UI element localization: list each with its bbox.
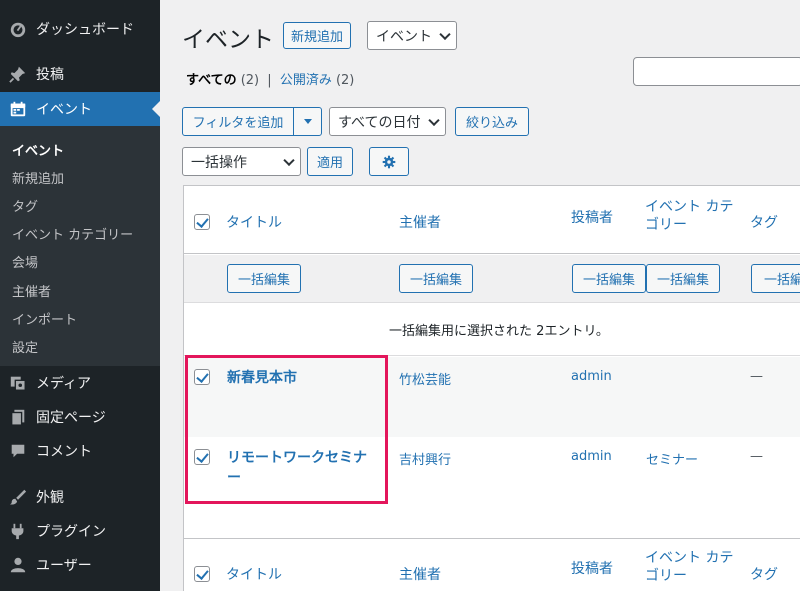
filter-button[interactable]: 絞り込み bbox=[455, 107, 529, 136]
status-views: すべての (2) | 公開済み (2) bbox=[186, 69, 354, 88]
table-footer: タイトル 主催者 投稿者 イベント カテ ゴリー タグ bbox=[184, 540, 800, 591]
menu-pages[interactable]: 固定ページ bbox=[0, 400, 160, 434]
apply-button[interactable]: 適用 bbox=[307, 147, 353, 176]
column-tags-footer[interactable]: タグ bbox=[750, 564, 778, 584]
submenu-import[interactable]: インポート bbox=[12, 309, 77, 328]
menu-posts-label: 投稿 bbox=[36, 67, 64, 83]
column-tags[interactable]: タグ bbox=[750, 212, 778, 232]
table-header: タイトル 主催者 投稿者 イベント カテ ゴリー タグ bbox=[184, 186, 800, 254]
submenu-organizers[interactable]: 主催者 bbox=[12, 281, 51, 300]
column-title-footer[interactable]: タイトル bbox=[226, 564, 282, 584]
main-content: イベント 新規追加 イベント すべての (2) | 公開済み (2) フィルタを… bbox=[160, 0, 800, 591]
submenu-events[interactable]: イベント bbox=[12, 140, 64, 159]
menu-appearance[interactable]: 外観 bbox=[0, 480, 160, 514]
column-category-footer-line1[interactable]: イベント カテ bbox=[645, 547, 733, 567]
comment-icon bbox=[0, 442, 36, 460]
menu-users[interactable]: ユーザー bbox=[0, 548, 160, 582]
view-published-count: (2) bbox=[335, 73, 355, 88]
menu-media-label: メディア bbox=[36, 376, 92, 392]
row-author[interactable]: admin bbox=[571, 449, 612, 464]
post-type-select[interactable]: イベント bbox=[367, 21, 457, 50]
menu-comments[interactable]: コメント bbox=[0, 434, 160, 468]
date-filter-select[interactable]: すべての日付 bbox=[329, 107, 446, 136]
search-input[interactable] bbox=[633, 57, 800, 86]
chevron-down-icon bbox=[439, 28, 451, 40]
add-filter-dropdown[interactable] bbox=[293, 107, 322, 136]
row-organizer[interactable]: 吉村興行 bbox=[399, 449, 451, 468]
view-separator: | bbox=[267, 73, 272, 88]
select-all-checkbox-footer[interactable] bbox=[194, 566, 210, 582]
bulk-edit-title-button[interactable]: 一括編集 bbox=[227, 264, 301, 293]
menu-users-label: ユーザー bbox=[36, 558, 92, 574]
paintbrush-icon bbox=[0, 488, 36, 506]
menu-dashboard-label: ダッシュボード bbox=[36, 22, 134, 38]
menu-media[interactable]: メディア bbox=[0, 366, 160, 400]
bulk-edit-row: 一括編集 一括編集 一括編集 一括編集 一括編 bbox=[184, 255, 800, 303]
menu-posts[interactable]: 投稿 bbox=[0, 57, 160, 91]
page-title: イベント bbox=[182, 27, 274, 53]
dashboard-icon bbox=[0, 20, 36, 38]
column-title[interactable]: タイトル bbox=[226, 212, 282, 232]
pin-icon bbox=[0, 65, 36, 83]
selection-notice: 一括編集用に選択された 2エントリ。 bbox=[389, 324, 609, 339]
submenu-add-new[interactable]: 新規追加 bbox=[12, 168, 64, 187]
row-category[interactable]: セミナー bbox=[646, 449, 698, 468]
submenu-settings[interactable]: 設定 bbox=[12, 337, 38, 356]
menu-appearance-label: 外観 bbox=[36, 490, 64, 506]
gear-icon bbox=[382, 155, 396, 168]
row-author[interactable]: admin bbox=[571, 369, 612, 384]
admin-sidebar: ダッシュボード 投稿 イベント イベント 新規追加 タグ イベント カテゴリー … bbox=[0, 0, 160, 591]
column-organizer-footer[interactable]: 主催者 bbox=[399, 564, 441, 584]
column-organizer[interactable]: 主催者 bbox=[399, 212, 441, 232]
plugin-icon bbox=[0, 522, 36, 540]
date-filter-value: すべての日付 bbox=[338, 114, 421, 131]
pages-icon bbox=[0, 408, 36, 426]
column-category-footer-line2[interactable]: ゴリー bbox=[645, 565, 687, 585]
bulk-action-select[interactable]: 一括操作 bbox=[182, 147, 301, 176]
bulk-edit-organizer-button[interactable]: 一括編集 bbox=[399, 264, 473, 293]
column-category-line1[interactable]: イベント カテ bbox=[645, 196, 733, 216]
row-tags: — bbox=[750, 449, 763, 464]
bulk-edit-category-button[interactable]: 一括編集 bbox=[646, 264, 720, 293]
add-new-button[interactable]: 新規追加 bbox=[283, 22, 351, 49]
view-published-link[interactable]: 公開済み bbox=[280, 73, 332, 88]
selection-highlight-box bbox=[185, 355, 388, 504]
bulk-edit-author-button[interactable]: 一括編集 bbox=[572, 264, 646, 293]
submenu-event-categories[interactable]: イベント カテゴリー bbox=[12, 224, 133, 243]
submenu-tags[interactable]: タグ bbox=[12, 196, 38, 215]
bulk-action-value: 一括操作 bbox=[191, 154, 247, 171]
caret-down-icon bbox=[303, 118, 312, 124]
chevron-down-icon bbox=[283, 154, 295, 166]
menu-pages-label: 固定ページ bbox=[36, 410, 106, 426]
select-all-checkbox[interactable] bbox=[194, 214, 210, 230]
menu-dashboard[interactable]: ダッシュボード bbox=[0, 12, 160, 46]
calendar-icon bbox=[0, 100, 36, 118]
column-author-footer[interactable]: 投稿者 bbox=[571, 558, 613, 578]
menu-events[interactable]: イベント bbox=[0, 92, 160, 126]
events-submenu: イベント 新規追加 タグ イベント カテゴリー 会場 主催者 インポート 設定 bbox=[0, 126, 160, 366]
chevron-down-icon bbox=[428, 114, 440, 126]
menu-plugins[interactable]: プラグイン bbox=[0, 514, 160, 548]
post-type-select-value: イベント bbox=[376, 28, 432, 45]
selection-notice-row: 一括編集用に選択された 2エントリ。 bbox=[184, 304, 800, 356]
row-organizer[interactable]: 竹松芸能 bbox=[399, 369, 451, 388]
column-category-line2[interactable]: ゴリー bbox=[645, 214, 687, 234]
submenu-venues[interactable]: 会場 bbox=[12, 252, 38, 271]
view-all-label[interactable]: すべての bbox=[186, 73, 237, 88]
settings-button[interactable] bbox=[369, 147, 409, 176]
view-all-count: (2) bbox=[240, 73, 260, 88]
menu-events-label: イベント bbox=[36, 102, 92, 118]
media-icon bbox=[0, 374, 36, 392]
row-tags: — bbox=[750, 369, 763, 384]
menu-comments-label: コメント bbox=[36, 444, 92, 460]
user-icon bbox=[0, 556, 36, 574]
column-author[interactable]: 投稿者 bbox=[571, 207, 613, 227]
menu-plugins-label: プラグイン bbox=[36, 524, 106, 540]
add-filter-button[interactable]: フィルタを追加 bbox=[182, 107, 294, 136]
bulk-edit-tags-button[interactable]: 一括編 bbox=[751, 264, 800, 293]
